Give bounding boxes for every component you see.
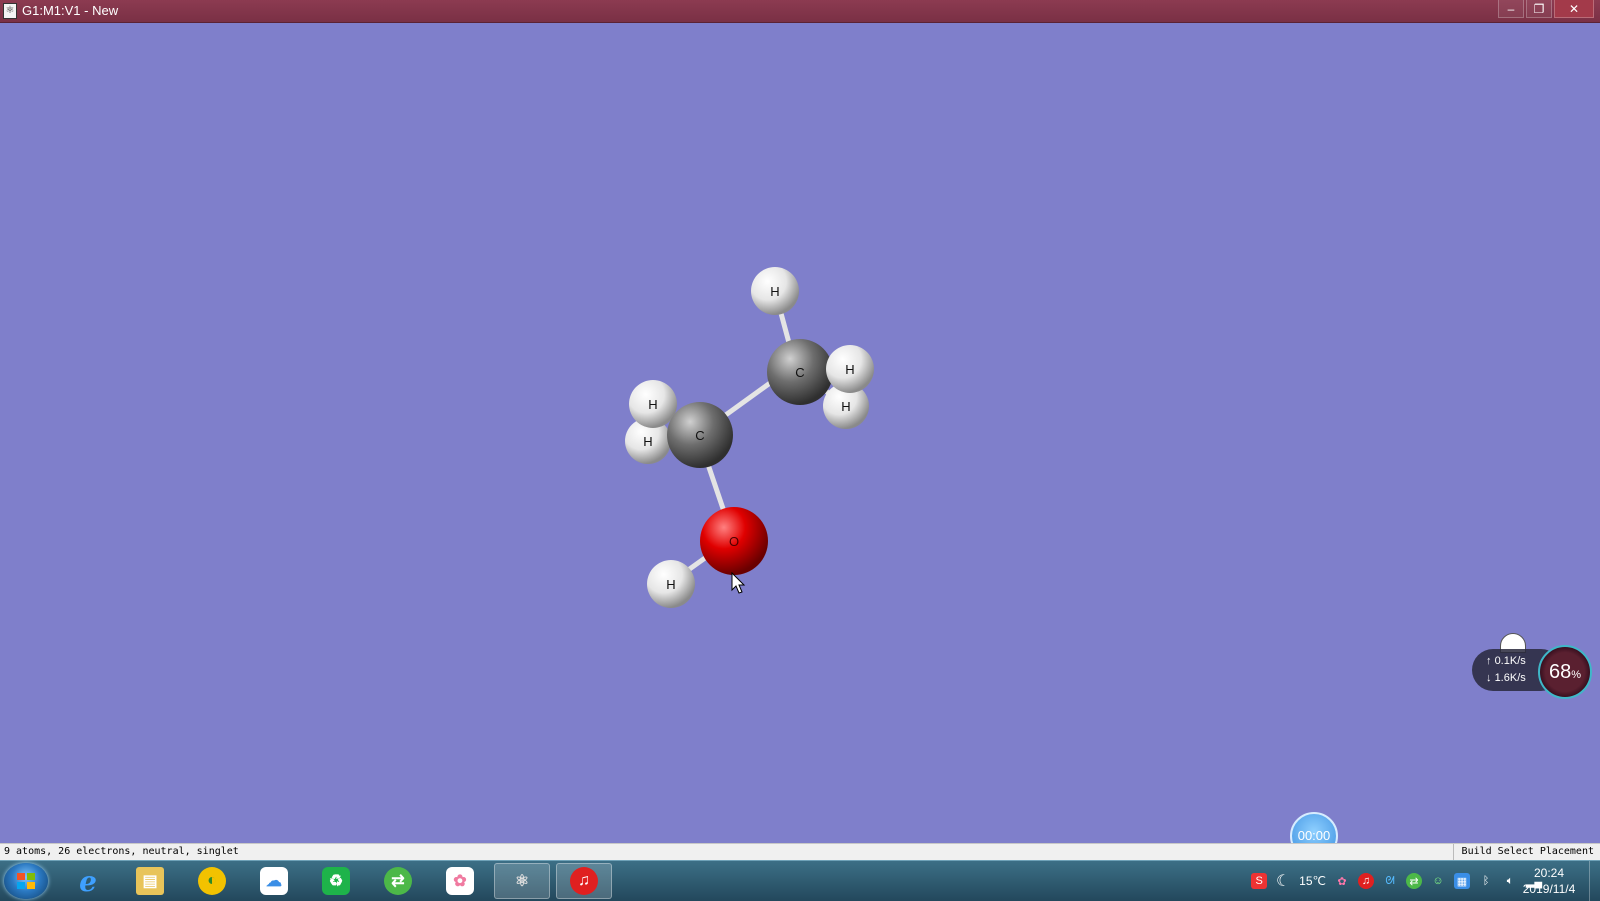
- photo-app-icon[interactable]: ✿: [432, 863, 488, 899]
- atom-label: H: [841, 399, 850, 414]
- taskbar: e ▤ ◐ ☁ ♻ ⇄ ✿ ⚛ ♫ S ☾ 15℃ ✿ ♫ ᘛ ⇄ ☺ ▦ ᛒ …: [0, 860, 1600, 901]
- atom-label: H: [845, 362, 854, 377]
- netease-music-icon[interactable]: ♫: [556, 863, 612, 899]
- atom-label: H: [643, 434, 652, 449]
- atom-label: H: [648, 397, 657, 412]
- windows-logo-icon: [17, 873, 35, 889]
- mode-indicator: Build Select Placement: [1452, 844, 1594, 860]
- sync-tray-icon[interactable]: ⇄: [1406, 873, 1422, 889]
- atom-h-right-upper[interactable]: H: [826, 345, 874, 393]
- atom-h-hydroxyl[interactable]: H: [647, 560, 695, 608]
- memory-gauge[interactable]: 68%: [1538, 645, 1592, 699]
- atom-label: C: [695, 428, 704, 443]
- atom-label: C: [795, 365, 804, 380]
- restore-button[interactable]: ❐: [1526, 0, 1552, 18]
- clock[interactable]: 20:24 2019/11/4: [1514, 865, 1584, 897]
- sogou-input-icon[interactable]: S: [1251, 873, 1268, 889]
- fish-icon[interactable]: ᘛ: [1382, 873, 1398, 889]
- moon-icon: ☾: [1276, 873, 1291, 890]
- download-value: 1.6K/s: [1494, 672, 1526, 684]
- atom-o[interactable]: O: [700, 507, 768, 575]
- netease-tray-icon[interactable]: ♫: [1358, 873, 1374, 889]
- atom-label: O: [729, 534, 739, 549]
- weather-temperature[interactable]: 15℃: [1299, 874, 1326, 888]
- recycle-app-icon[interactable]: ♻: [308, 863, 364, 899]
- clock-time: 20:24: [1533, 866, 1565, 880]
- gaussview-icon[interactable]: ⚛: [494, 863, 550, 899]
- atom-c-lower[interactable]: C: [667, 402, 733, 468]
- molecule-viewport[interactable]: H H C H H H C H O: [0, 23, 1600, 843]
- network-speed-widget[interactable]: ↑ 0.1K/s ↓ 1.6K/s 68%: [1472, 645, 1598, 699]
- mouse-cursor-icon: [731, 571, 746, 594]
- baidu-netdisk-icon[interactable]: ☁: [246, 863, 302, 899]
- wechat-icon[interactable]: ☺: [1430, 873, 1446, 889]
- bluetooth-icon[interactable]: ᛒ: [1478, 873, 1494, 889]
- internet-explorer-icon[interactable]: e: [60, 863, 116, 899]
- system-tray: S ☾ 15℃ ✿ ♫ ᘛ ⇄ ☺ ▦ ᛒ 🔈︎ ▂▄: [1251, 861, 1542, 901]
- molecule-summary: 9 atoms, 26 electrons, neutral, singlet: [4, 846, 239, 857]
- atom-h-left-upper[interactable]: H: [629, 380, 677, 428]
- sync-app-icon[interactable]: ⇄: [370, 863, 426, 899]
- download-speed: ↓ 1.6K/s: [1486, 672, 1526, 684]
- upload-speed: ↑ 0.1K/s: [1486, 655, 1526, 667]
- start-button[interactable]: [4, 863, 48, 899]
- clock-date: 2019/11/4: [1522, 882, 1576, 896]
- grid-tray-icon[interactable]: ▦: [1454, 873, 1470, 889]
- upload-value: 0.1K/s: [1494, 655, 1526, 667]
- status-bar: 9 atoms, 26 electrons, neutral, singlet …: [0, 843, 1600, 860]
- molecule-canvas[interactable]: H H C H H H C H O: [0, 23, 1600, 843]
- gauge-unit: %: [1571, 669, 1582, 681]
- show-desktop-button[interactable]: [1589, 861, 1600, 901]
- title-bar: ⚛ G1:M1:V1 - New – ❐ ✕: [0, 0, 1600, 23]
- atom-label: H: [770, 284, 779, 299]
- qq-browser-icon[interactable]: ◐: [184, 863, 240, 899]
- window-title: G1:M1:V1 - New: [22, 3, 119, 18]
- atom-c-upper[interactable]: C: [767, 339, 833, 405]
- flower-icon[interactable]: ✿: [1334, 873, 1350, 889]
- window-controls: – ❐ ✕: [1498, 0, 1594, 20]
- file-explorer-icon[interactable]: ▤: [122, 863, 178, 899]
- atom-h-top[interactable]: H: [751, 267, 799, 315]
- gauge-value: 68: [1548, 661, 1572, 683]
- minimize-button[interactable]: –: [1498, 0, 1524, 18]
- atom-label: H: [666, 577, 675, 592]
- close-button[interactable]: ✕: [1554, 0, 1594, 18]
- document-icon: ⚛: [3, 3, 17, 19]
